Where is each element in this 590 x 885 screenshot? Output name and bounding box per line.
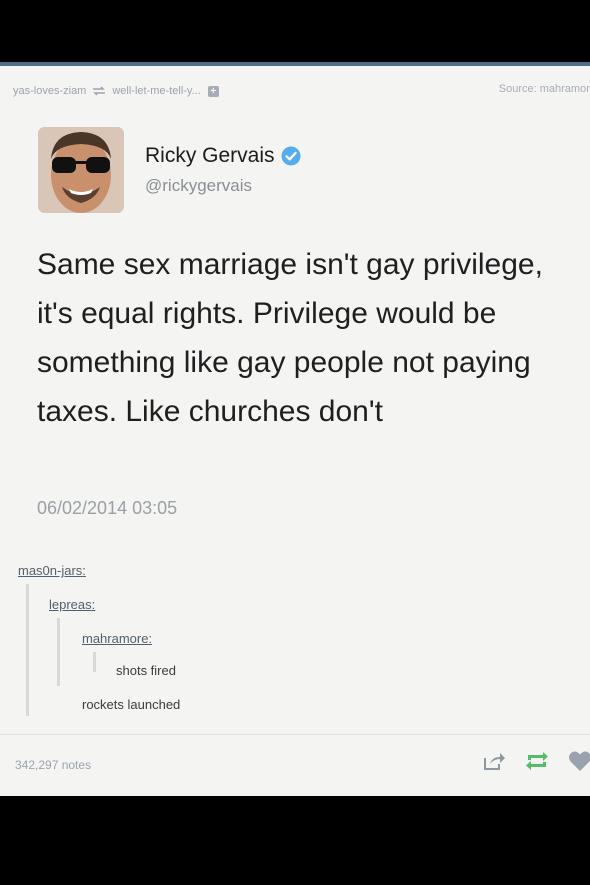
thread-colon: : <box>82 563 86 578</box>
thread-username: lepreas <box>49 597 92 612</box>
post-actions <box>482 750 590 772</box>
reblog-from-user[interactable]: yas-loves-ziam <box>13 85 86 97</box>
tumblr-post: yas-loves-ziam well-let-me-tell-y... + S… <box>0 62 590 796</box>
verified-badge-icon <box>281 146 301 166</box>
notes-count[interactable]: 342,297 notes <box>15 758 91 772</box>
thread-user-mas0n-jars[interactable]: mas0n-jars: <box>18 563 86 578</box>
follow-plus-icon[interactable]: + <box>207 85 219 97</box>
thread-username: mas0n-jars <box>18 563 83 578</box>
blockquote-bar <box>26 584 29 716</box>
avatar[interactable] <box>38 127 124 213</box>
post-accent-line <box>0 62 590 66</box>
tweet-timestamp[interactable]: 06/02/2014 03:05 <box>37 498 177 519</box>
thread-message: shots fired <box>116 663 176 678</box>
source-label: Source: mahramore <box>498 83 590 95</box>
share-icon[interactable] <box>482 751 506 771</box>
reblog-to-user[interactable]: well-let-me-tell-y... <box>112 85 200 97</box>
tweet-text: Same sex marriage isn't gay privilege, i… <box>37 248 543 428</box>
like-heart-icon[interactable] <box>568 750 590 772</box>
thread-username: mahramore <box>82 631 149 646</box>
reblog-button-icon[interactable] <box>524 750 550 772</box>
thread-message: rockets launched <box>82 697 181 712</box>
bottom-black-border <box>0 796 590 885</box>
blockquote-bar <box>93 652 96 672</box>
post-source[interactable]: Source: mahramore <box>499 83 590 95</box>
author-handle[interactable]: @rickygervais <box>145 176 252 196</box>
reblog-icon <box>92 86 106 96</box>
blockquote-bar <box>57 618 60 686</box>
thread-colon: : <box>148 631 153 646</box>
author-name-row: Ricky Gervais <box>145 144 301 168</box>
thread-colon: : <box>91 597 96 612</box>
reblog-trail: yas-loves-ziam well-let-me-tell-y... + <box>13 83 219 99</box>
top-black-border <box>0 0 590 62</box>
thread-user-mahramore[interactable]: mahramore: <box>82 631 152 646</box>
author-name[interactable]: Ricky Gervais <box>145 144 275 168</box>
thread-user-lepreas[interactable]: lepreas: <box>49 597 95 612</box>
footer-divider <box>0 734 590 735</box>
